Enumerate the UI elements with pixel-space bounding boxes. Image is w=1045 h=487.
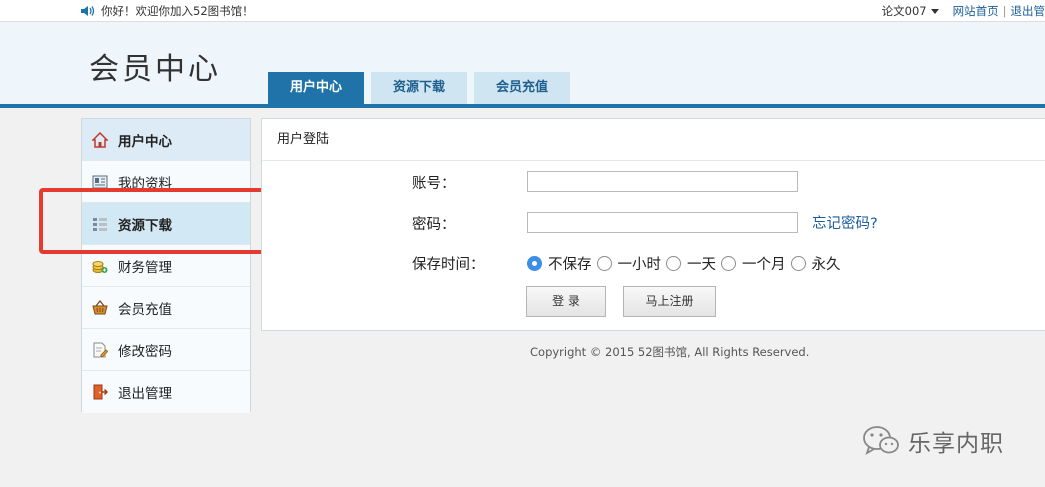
- chevron-down-icon[interactable]: [930, 8, 939, 14]
- account-label: 账号：: [412, 176, 456, 192]
- radio-label: 一个月: [742, 257, 786, 273]
- radio-label: 不保存: [548, 257, 592, 273]
- sidebar-item-user-center[interactable]: 用户中心: [82, 119, 250, 161]
- watermark: 乐享内职: [862, 424, 1004, 458]
- wechat-icon: [863, 426, 899, 455]
- sidebar: 用户中心 我的资料 资源下载 财务管理 会员充值 修改密码 退出管理: [81, 118, 251, 413]
- radio-label: 永久: [811, 257, 841, 273]
- register-button[interactable]: 马上注册: [623, 286, 716, 317]
- header-divider: [0, 104, 1045, 108]
- logout-link[interactable]: 退出管: [1011, 3, 1045, 19]
- home-icon: [92, 131, 108, 148]
- radio-option-one-month[interactable]: 一个月: [721, 253, 786, 274]
- password-label: 密码：: [412, 217, 456, 233]
- radio-option-one-day[interactable]: 一天: [666, 253, 716, 274]
- radio-icon[interactable]: [721, 256, 736, 271]
- radio-label: 一天: [687, 257, 716, 273]
- annotation-highlight-box: [39, 188, 283, 254]
- radio-icon[interactable]: [666, 256, 681, 271]
- page-logo: 会员中心: [89, 52, 221, 87]
- radio-label: 一小时: [617, 257, 662, 273]
- password-input[interactable]: [527, 212, 798, 233]
- sidebar-item-label: 财务管理: [118, 259, 172, 276]
- sidebar-item-label: 会员充值: [118, 301, 172, 318]
- radio-icon[interactable]: [790, 256, 806, 271]
- tab-user-center[interactable]: 用户中心: [268, 72, 364, 104]
- save-duration-options: 不保存 一小时 一天 一个月 永久: [527, 253, 846, 274]
- save-duration-label: 保存时间：: [412, 257, 485, 273]
- exit-door-icon: [93, 384, 108, 400]
- radio-checked-icon[interactable]: [527, 256, 542, 271]
- basket-icon: [92, 299, 108, 314]
- sidebar-item-label: 用户中心: [118, 133, 172, 150]
- home-link[interactable]: 网站首页: [953, 3, 999, 19]
- top-bar: 你好！欢迎你加入52图书馆！ 论文007 网站首页 | 退出管: [0, 0, 1045, 22]
- radio-icon[interactable]: [596, 256, 612, 271]
- panel-title: 用户登陆: [262, 119, 1045, 161]
- account-input[interactable]: [527, 171, 798, 192]
- welcome-text: 你好！欢迎你加入52图书馆！: [101, 4, 254, 18]
- user-menu[interactable]: 论文007: [882, 3, 927, 19]
- sidebar-item-logout[interactable]: 退出管理: [82, 371, 250, 413]
- radio-option-forever[interactable]: 永久: [790, 253, 841, 274]
- sidebar-item-label: 退出管理: [118, 386, 172, 402]
- login-button[interactable]: 登 录: [526, 286, 606, 317]
- edit-document-icon: [93, 342, 108, 357]
- login-panel: 用户登陆 账号： 密码： 忘记密码? 保存时间： 不保存 一小时 一天 一个月 …: [261, 118, 1045, 331]
- coins-icon: [92, 260, 108, 273]
- divider: |: [1002, 4, 1007, 18]
- tab-member-recharge[interactable]: 会员充值: [474, 72, 570, 104]
- sidebar-item-change-password[interactable]: 修改密码: [82, 329, 250, 371]
- speaker-icon: [81, 6, 95, 16]
- watermark-text: 乐享内职: [908, 431, 1004, 457]
- sidebar-item-label: 修改密码: [118, 343, 172, 360]
- forgot-password-link[interactable]: 忘记密码?: [812, 212, 878, 233]
- radio-option-one-hour[interactable]: 一小时: [596, 253, 662, 274]
- top-right-nav: 论文007 网站首页 | 退出管: [882, 3, 1045, 19]
- radio-option-no-save[interactable]: 不保存: [527, 253, 592, 274]
- welcome-message: 你好！欢迎你加入52图书馆！: [80, 3, 254, 19]
- copyright-text: Copyright © 2015 52图书馆, All Rights Reser…: [530, 345, 810, 359]
- sidebar-item-recharge[interactable]: 会员充值: [82, 287, 250, 329]
- tab-resource-download[interactable]: 资源下载: [371, 72, 467, 104]
